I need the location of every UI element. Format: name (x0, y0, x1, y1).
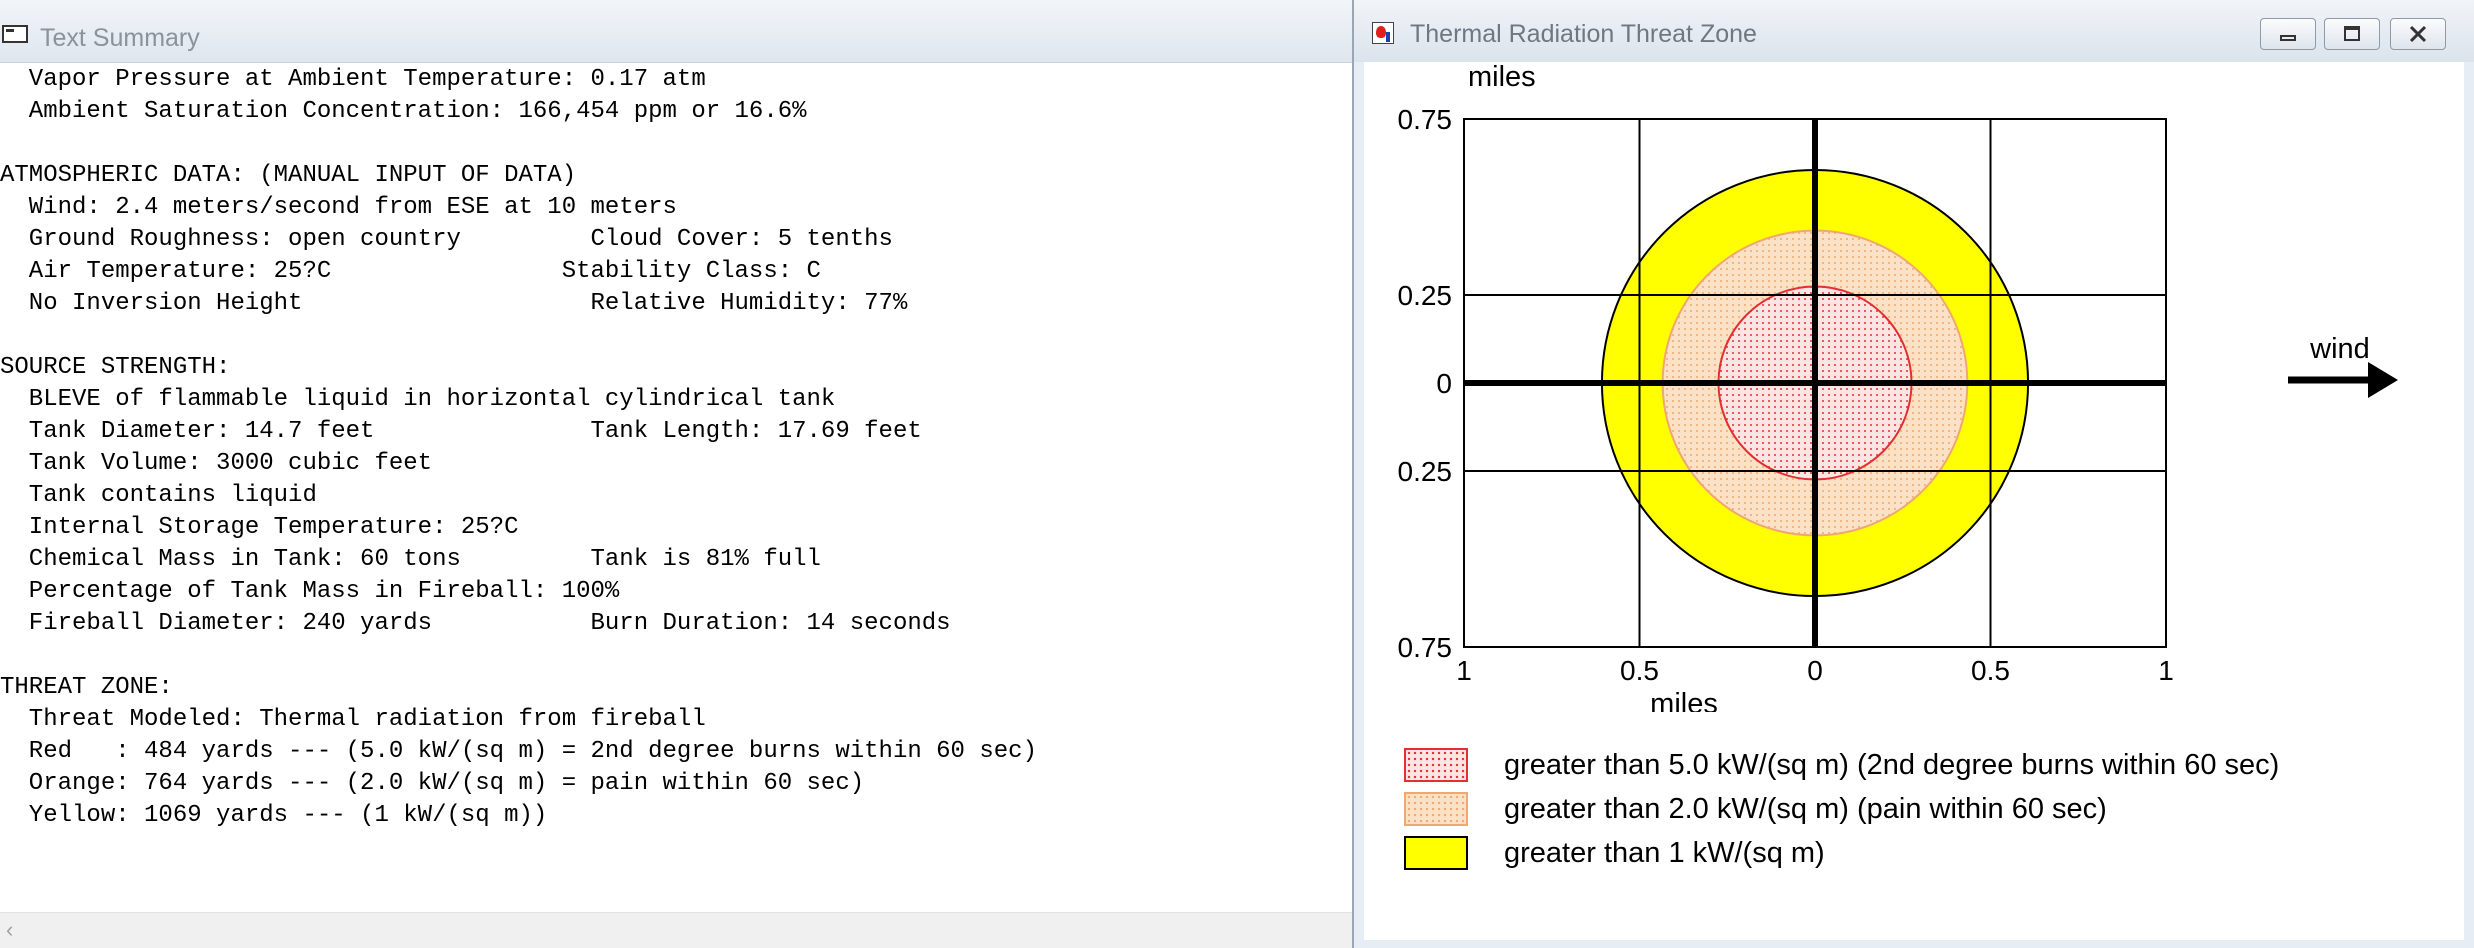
legend-swatch (1404, 792, 1468, 826)
x-tick-label: 0 (1807, 655, 1823, 686)
horizontal-scrollbar[interactable]: ‹ (0, 912, 1352, 948)
scroll-left-icon[interactable]: ‹ (6, 919, 13, 941)
text-summary-titlebar[interactable]: Text Summary (0, 0, 1352, 63)
summary-line: SOURCE STRENGTH: (0, 354, 231, 381)
summary-text-area[interactable]: Vapor Pressure at Ambient Temperature: 0… (0, 64, 1352, 910)
maximize-button[interactable] (2324, 18, 2380, 50)
x-axis-label: miles (1650, 688, 1718, 712)
summary-line: Air Temperature: 25?C Stability Class: C (0, 258, 821, 285)
maximize-icon (2344, 26, 2360, 41)
summary-line: Wind: 2.4 meters/second from ESE at 10 m… (0, 194, 677, 221)
x-tick-label: 0.5 (1971, 655, 2010, 686)
x-tick-label: 1 (1456, 655, 1472, 686)
summary-line: Yellow: 1069 yards --- (1 kW/(sq m)) (0, 802, 548, 829)
x-tick-label: 1 (2158, 655, 2174, 686)
y-axis-label: miles (1468, 62, 1536, 93)
summary-line: Percentage of Tank Mass in Fireball: 100… (0, 578, 620, 605)
y-tick-label: 0.75 (1398, 104, 1453, 135)
wind-label: wind (2309, 333, 2370, 365)
wind-arrow-icon (2288, 362, 2398, 398)
summary-line: Tank Diameter: 14.7 feet Tank Length: 17… (0, 418, 922, 445)
legend-label: greater than 5.0 kW/(sq m) (2nd degree b… (1504, 749, 2280, 781)
x-tick-label: 0.5 (1620, 655, 1659, 686)
threat-zone-client: 1 0.5 0 0.5 1 0.75 0.25 0 0.25 0.75 miles miles w… (1364, 62, 2464, 940)
summary-line: ATMOSPHERIC DATA: (MANUAL INPUT OF DATA) (0, 162, 577, 189)
app-icon (1372, 22, 1394, 44)
window-icon (2, 25, 28, 43)
summary-line: BLEVE of flammable liquid in horizontal … (0, 386, 836, 413)
summary-line: Tank contains liquid (0, 482, 317, 509)
close-icon (2409, 25, 2427, 43)
legend-swatch (1404, 748, 1468, 782)
summary-line: Threat Modeled: Thermal radiation from f… (0, 706, 706, 733)
y-tick-label: 0.25 (1398, 280, 1453, 311)
text-summary-title: Text Summary (40, 24, 200, 52)
summary-line: Tank Volume: 3000 cubic feet (0, 450, 433, 477)
text-summary-window: Text Summary Vapor Pressure at Ambient T… (0, 0, 1352, 948)
summary-line: Vapor Pressure at Ambient Temperature: 0… (0, 66, 706, 93)
summary-line: THREAT ZONE: (0, 674, 173, 701)
summary-line: Orange: 764 yards --- (2.0 kW/(sq m) = p… (0, 770, 865, 797)
legend-swatch (1404, 836, 1468, 870)
summary-line: Red : 484 yards --- (5.0 kW/(sq m) = 2nd… (0, 738, 1037, 765)
summary-line: Ground Roughness: open country Cloud Cov… (0, 226, 893, 253)
threat-zone-window: Thermal Radiation Threat Zone 1 0.5 0 0.… (1352, 0, 2474, 948)
legend-label: greater than 2.0 kW/(sq m) (pain within … (1504, 793, 2107, 825)
summary-line: Ambient Saturation Concentration: 166,45… (0, 98, 807, 125)
minimize-button[interactable] (2260, 18, 2316, 50)
summary-line: Chemical Mass in Tank: 60 tons Tank is 8… (0, 546, 821, 573)
threat-zone-plot: 1 0.5 0 0.5 10.750.2500.250.75 miles miles w… (1398, 62, 2398, 712)
legend-label: greater than 1 kW/(sq m) (1504, 837, 1825, 869)
y-tick-label: 0 (1436, 368, 1452, 399)
summary-line: Fireball Diameter: 240 yards Burn Durati… (0, 610, 951, 637)
close-button[interactable] (2390, 18, 2446, 50)
minimize-icon (2280, 35, 2296, 41)
threat-zone-title: Thermal Radiation Threat Zone (1410, 20, 1757, 48)
threat-zone-titlebar[interactable]: Thermal Radiation Threat Zone (1354, 0, 2474, 62)
summary-line: No Inversion Height Relative Humidity: 7… (0, 290, 908, 317)
summary-line: Internal Storage Temperature: 25?C (0, 514, 519, 541)
y-tick-label: 0.75 (1398, 632, 1453, 663)
y-tick-label: 0.25 (1398, 456, 1453, 487)
